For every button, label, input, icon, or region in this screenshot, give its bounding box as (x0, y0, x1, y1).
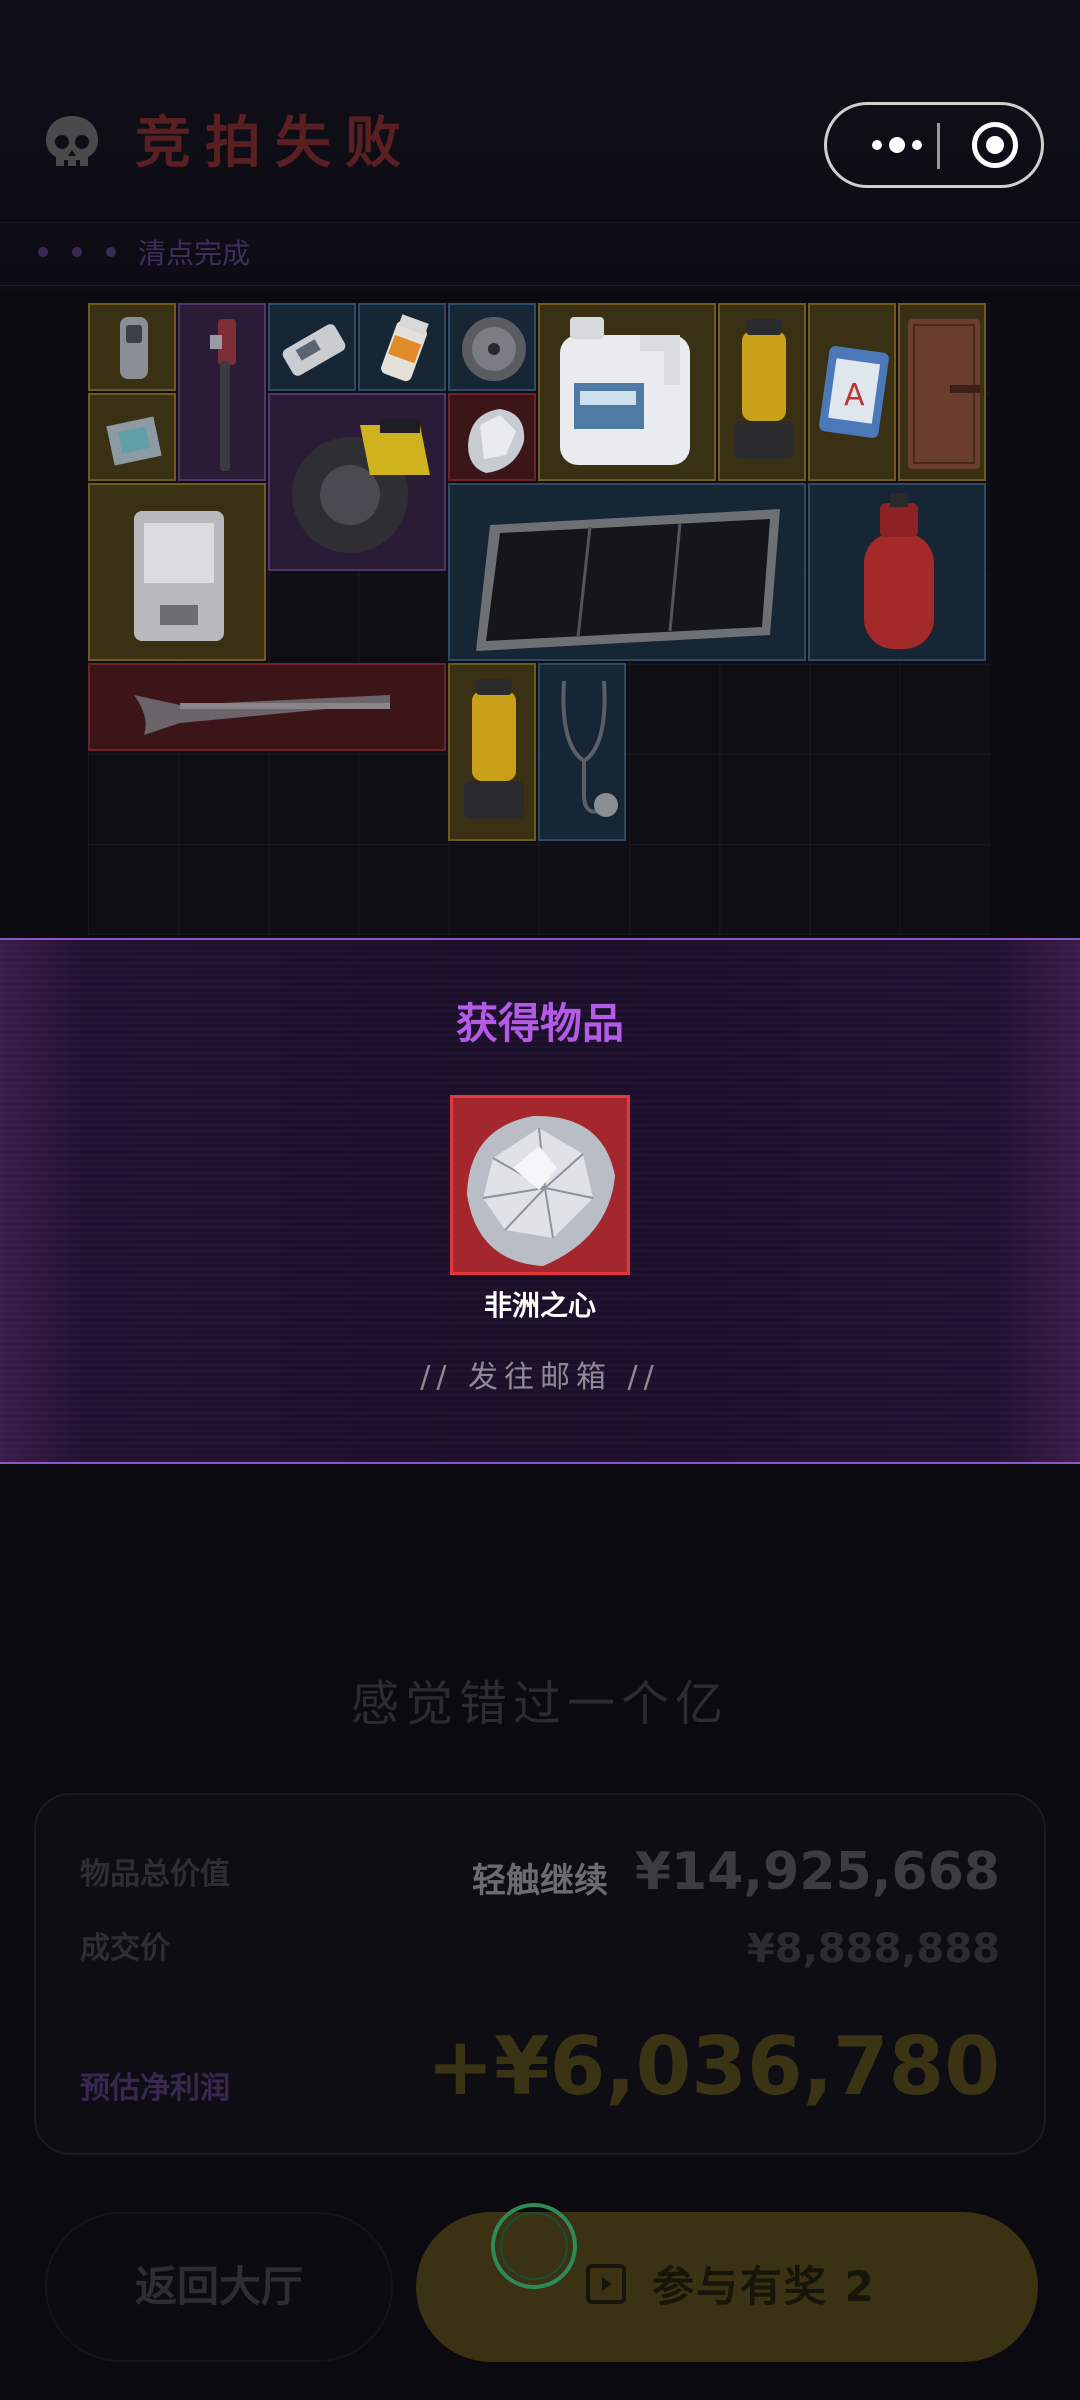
grinding-disc-icon[interactable] (448, 303, 536, 391)
touch-ripple-indicator (491, 2203, 577, 2289)
mini-program-capsule (824, 102, 1044, 188)
more-dots-icon[interactable] (867, 127, 927, 163)
cpu-chip-icon[interactable] (88, 393, 176, 481)
capsule-divider (937, 123, 940, 169)
reward-item-name: 非洲之心 (483, 1289, 596, 1322)
antique-musket-icon[interactable] (88, 663, 446, 751)
progress-dot (38, 247, 48, 257)
stethoscope-icon[interactable] (538, 663, 626, 841)
pipe-wrench-icon[interactable] (178, 303, 266, 481)
reward-item-card[interactable] (450, 1095, 630, 1275)
handheld-device-icon[interactable] (268, 303, 356, 391)
circular-saw-icon[interactable] (268, 393, 446, 571)
top-bar: 竞拍失败 清点完成 (0, 0, 1080, 290)
status-strip: 清点完成 (0, 222, 1080, 286)
inventory-grid: A (88, 303, 990, 935)
fuel-lantern-icon[interactable] (448, 663, 536, 841)
back-to-lobby-label: 返回大厅 (134, 2262, 303, 2311)
deal-price-value: ¥8,888,888 (746, 1926, 1000, 1972)
back-to-lobby-button[interactable]: 返回大厅 (45, 2212, 393, 2362)
popup-title: 获得物品 (455, 999, 624, 1048)
profit-value: +¥6,036,780 (426, 2020, 1000, 2113)
chemical-jug-icon[interactable] (538, 303, 716, 481)
summary-card: 物品总价值 ¥14,925,668 成交价 ¥8,888,888 预估净利润 +… (34, 1793, 1046, 2155)
diamond-icon[interactable] (448, 393, 536, 481)
status-text: 清点完成 (138, 237, 251, 270)
leather-notebook-icon[interactable] (898, 303, 986, 481)
tap-to-continue-hint[interactable]: 轻触继续 (0, 1858, 1080, 1904)
join-reward-label: 参与有奖 2 (652, 2262, 876, 2311)
calendar-play-icon (586, 2264, 626, 2304)
skull-icon (40, 112, 104, 176)
progress-dot (106, 247, 116, 257)
fuel-lantern-icon[interactable] (718, 303, 806, 481)
mailbox-note: // 发往邮箱 // (420, 1360, 660, 1395)
diamond-icon (467, 1115, 615, 1266)
svg-text:A: A (844, 378, 865, 413)
vape-device-icon[interactable] (88, 303, 176, 391)
slogan-text: 感觉错过一个亿 (350, 1676, 729, 1732)
target-circle-icon[interactable] (972, 122, 1018, 168)
medical-manual-icon[interactable]: A (808, 303, 896, 481)
reward-popup: 获得物品 非洲之心 // 发往邮箱 // (0, 938, 1080, 1464)
profit-label: 预估净利润 (80, 2071, 230, 2106)
pill-bottle-icon[interactable] (358, 303, 446, 391)
progress-dot (72, 247, 82, 257)
tablet-case-icon[interactable] (88, 483, 266, 661)
page-title: 竞拍失败 (135, 111, 415, 176)
solar-panel-icon[interactable] (448, 483, 806, 661)
gas-cylinder-icon[interactable] (808, 483, 986, 661)
deal-price-label: 成交价 (80, 1931, 170, 1966)
